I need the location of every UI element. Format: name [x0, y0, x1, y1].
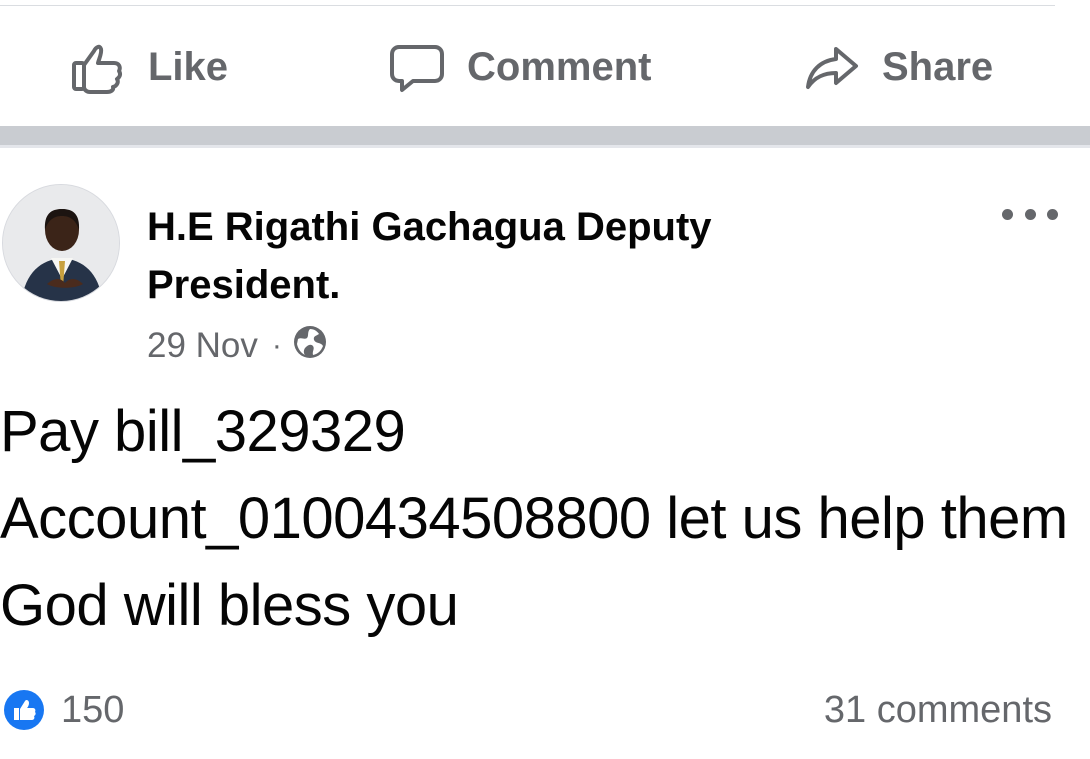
like-label: Like — [148, 44, 229, 89]
more-dot — [1024, 208, 1036, 220]
thumbs-up-icon — [4, 690, 44, 730]
post-card: H.E Rigathi Gachagua Deputy President. 2… — [0, 148, 1090, 759]
author-avatar[interactable] — [2, 184, 120, 302]
post-date[interactable]: 29 Nov — [147, 326, 258, 366]
post-body-text: Pay bill_329329 Account_0100434508800 le… — [0, 399, 1068, 638]
share-arrow-icon — [804, 39, 860, 95]
thumbs-up-icon — [70, 39, 126, 95]
more-options-button[interactable] — [1002, 200, 1058, 228]
post-author-name[interactable]: H.E Rigathi Gachagua Deputy President. — [147, 198, 847, 314]
meta-separator: · — [271, 329, 282, 362]
share-label: Share — [882, 44, 994, 89]
comment-count-link[interactable]: 31 comments — [824, 688, 1052, 732]
post-meta: 29 Nov · — [147, 324, 328, 368]
globe-icon — [292, 324, 328, 369]
post-action-bar: Like Comment Share — [0, 24, 1090, 110]
more-dot — [1047, 208, 1058, 220]
reaction-summary[interactable]: 150 — [4, 688, 124, 732]
comment-bubble-icon — [389, 39, 445, 95]
top-divider — [0, 5, 1055, 6]
comment-button[interactable]: Comment — [389, 24, 651, 110]
feed-separator — [0, 126, 1090, 148]
share-button[interactable]: Share — [804, 24, 993, 110]
more-dot — [1002, 208, 1013, 220]
reaction-count: 150 — [61, 688, 125, 731]
like-button[interactable]: Like — [70, 24, 228, 110]
comment-label: Comment — [467, 44, 652, 89]
